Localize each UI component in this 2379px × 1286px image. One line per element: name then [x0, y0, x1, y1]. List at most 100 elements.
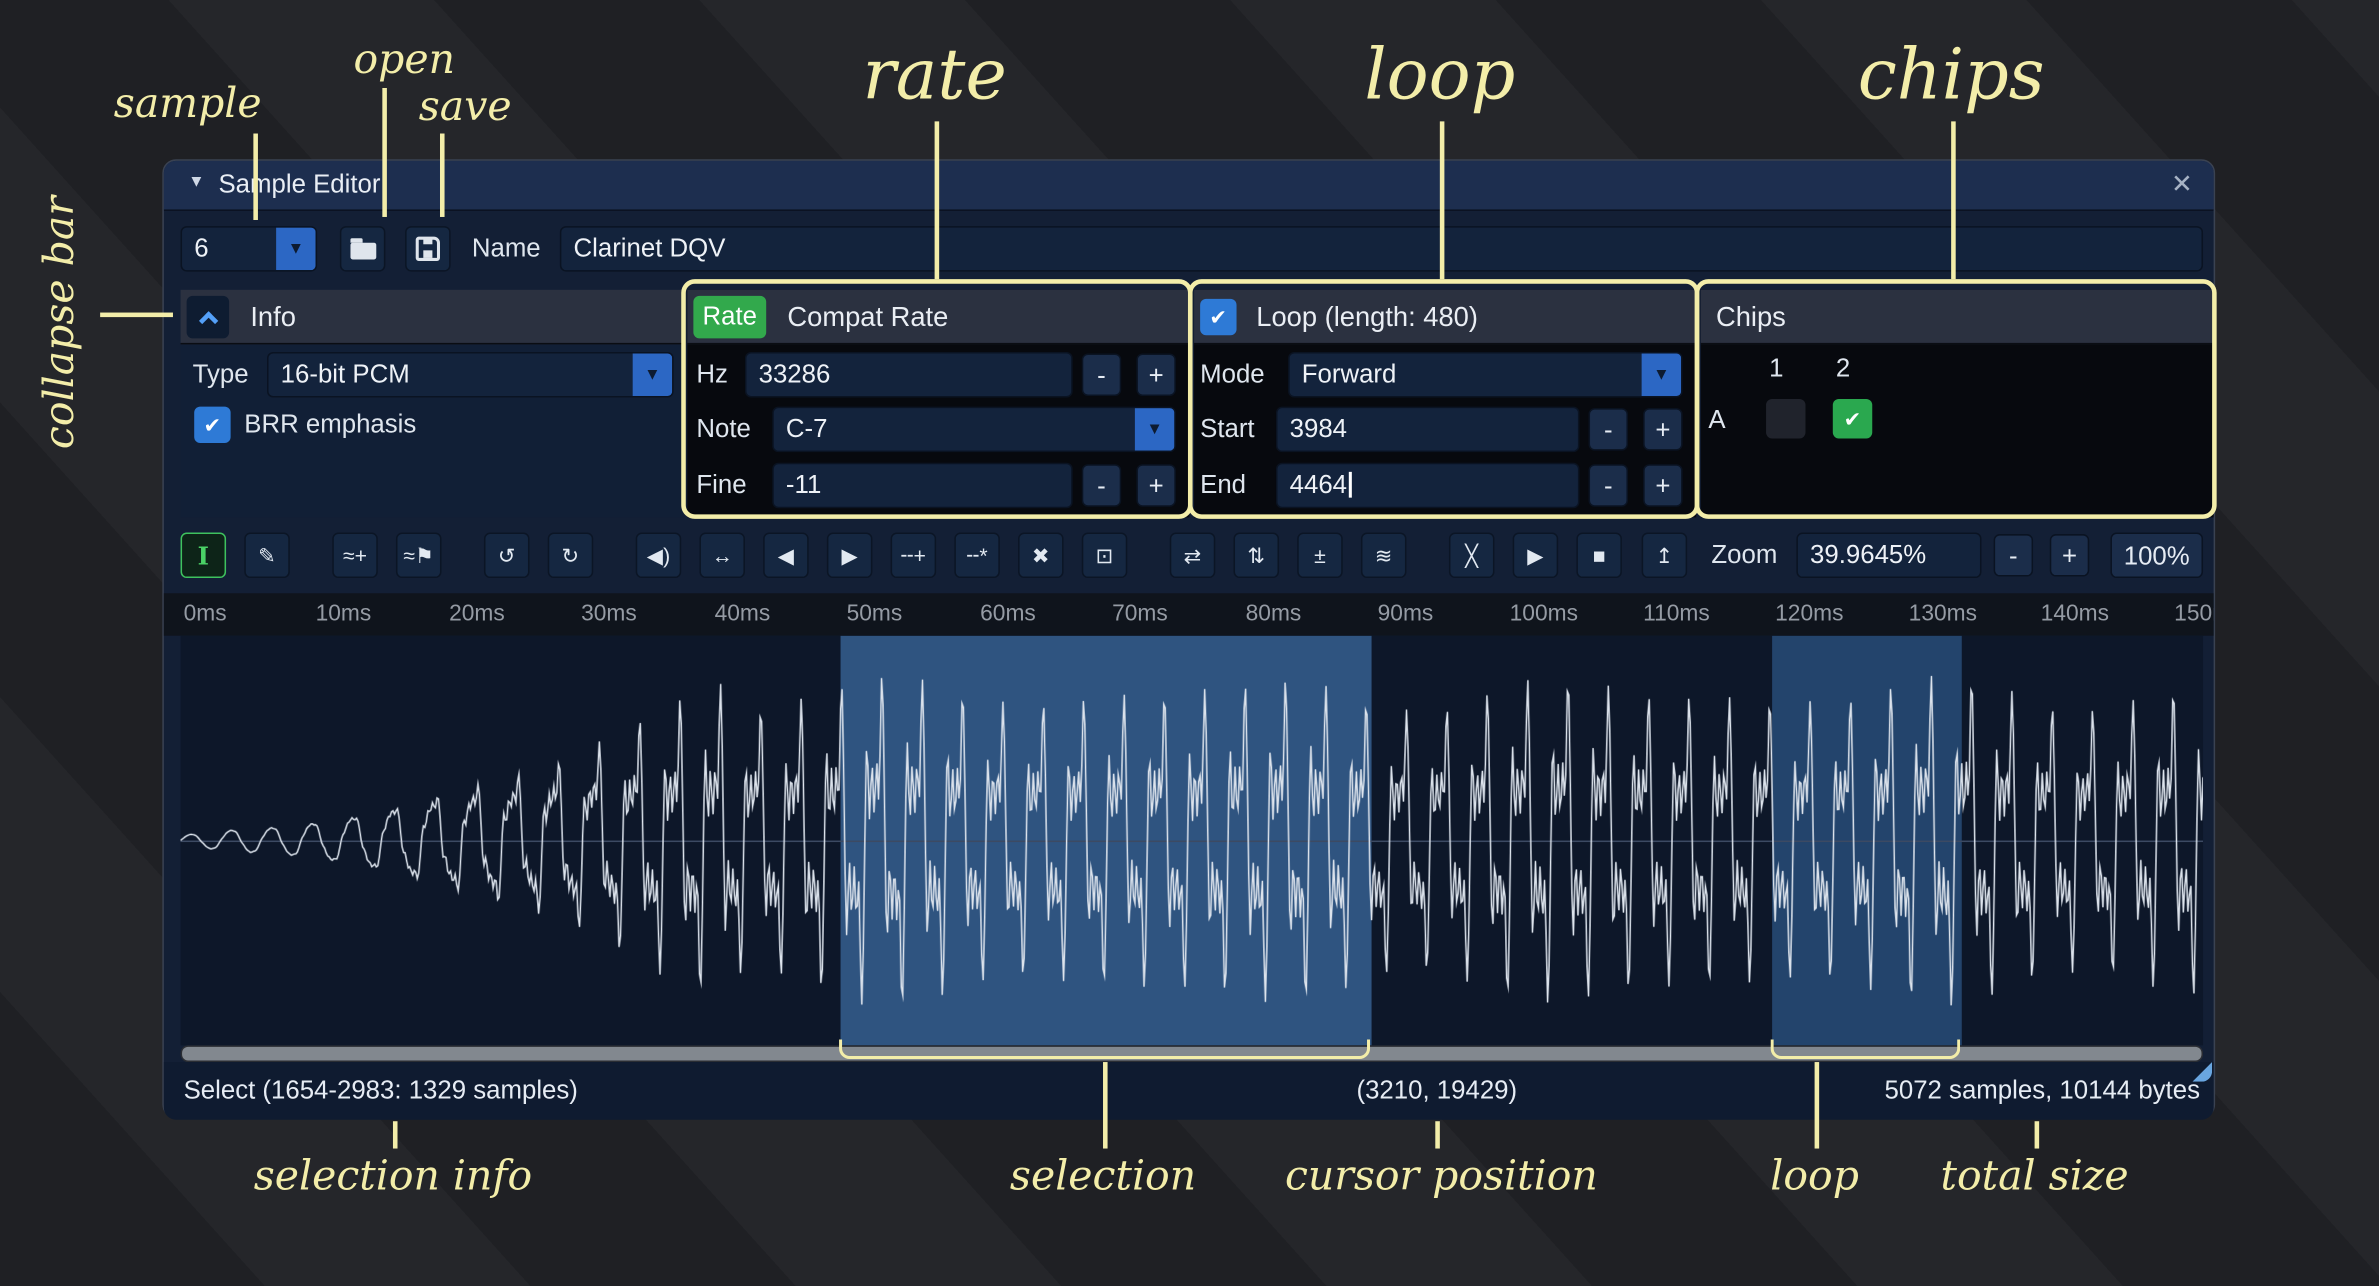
edit-draw-button[interactable]: ✎ [244, 533, 290, 579]
edit-select-button[interactable]: I [181, 533, 227, 579]
floppy-icon [416, 237, 440, 261]
loop-enable-checkbox[interactable]: ✔ [1200, 299, 1236, 335]
resize-button[interactable]: ≈+ [332, 533, 378, 579]
timeline-label: 30ms [581, 593, 637, 635]
open-button[interactable] [340, 226, 386, 272]
sample-type-select[interactable]: 16-bit PCM ▼ [267, 352, 674, 398]
hz-input[interactable]: 33286 [745, 352, 1073, 398]
collapse-bar-button[interactable] [187, 296, 229, 338]
sample-name-input[interactable]: Clarinet DQV [560, 226, 2203, 272]
chevron-down-icon: ▼ [1135, 408, 1174, 450]
loop-mode-select[interactable]: Forward ▼ [1288, 352, 1682, 398]
loop-end-plus-button[interactable]: + [1643, 464, 1682, 506]
fade-out-button[interactable]: ▶ [827, 533, 873, 579]
hz-plus-button[interactable]: + [1136, 354, 1175, 396]
loop-end-input[interactable]: 4464 [1276, 463, 1579, 509]
sign-exchange-button[interactable]: ± [1297, 533, 1343, 579]
loop-end-minus-button[interactable]: - [1589, 464, 1628, 506]
zoom-reset-button[interactable]: 100% [2110, 533, 2203, 579]
delete-button[interactable]: ✖ [1018, 533, 1064, 579]
make-instrument-button[interactable]: ↥ [1642, 533, 1688, 579]
chip-a1-checkbox[interactable] [1766, 399, 1805, 438]
cursor-position-annotation-line [1435, 1121, 1439, 1148]
rate-panel-title: Compat Rate [787, 290, 948, 345]
loop-mode-value: Forward [1290, 354, 1642, 396]
loop-start-minus-button[interactable]: - [1589, 408, 1628, 450]
waveform-canvas[interactable] [181, 636, 2203, 1046]
trim-button[interactable]: ⊡ [1082, 533, 1128, 579]
timeline-label: 10ms [316, 593, 372, 635]
fade-in-button[interactable]: ◀ [763, 533, 809, 579]
undo-button[interactable]: ↺ [484, 533, 530, 579]
loop-start-input[interactable]: 3984 [1276, 407, 1579, 453]
fine-minus-button[interactable]: - [1082, 464, 1121, 506]
insert-silence-button[interactable]: ╌+ [891, 533, 937, 579]
crossfade-button[interactable]: ╳ [1449, 533, 1495, 579]
rate-annotation-line [935, 121, 939, 279]
type-label: Type [193, 352, 249, 398]
chevron-down-icon: ▼ [1642, 354, 1681, 396]
status-bar: Select (1654-2983: 1329 samples) (3210, … [164, 1062, 2214, 1120]
loop-start-plus-button[interactable]: + [1643, 408, 1682, 450]
normalize-button[interactable]: ↔ [699, 533, 745, 579]
chips-panel-title: Chips [1716, 290, 1786, 345]
fine-input[interactable]: -11 [772, 463, 1072, 509]
sample-annotation-line [253, 134, 257, 220]
timeline-label: 130ms [1909, 593, 1977, 635]
loop-annotation-line [1440, 121, 1444, 279]
timeline-label: 20ms [449, 593, 505, 635]
note-select[interactable]: C-7 ▼ [772, 407, 1176, 453]
rate-button[interactable]: Rate [693, 296, 766, 338]
selection-info-text: Select (1654-2983: 1329 samples) [184, 1062, 578, 1120]
note-label: Note [696, 407, 751, 453]
stop-preview-button[interactable]: ■ [1576, 533, 1622, 579]
info-panel-title: Info [250, 290, 296, 345]
loop-start-label: Start [1200, 407, 1254, 453]
brr-emphasis-checkbox[interactable]: ✔ [194, 407, 230, 443]
apply-silence-button[interactable]: ╌* [954, 533, 1000, 579]
chip-a2-checkbox[interactable]: ✔ [1833, 399, 1872, 438]
zoom-out-button[interactable]: - [1994, 534, 2033, 576]
redo-button[interactable]: ↻ [548, 533, 594, 579]
brr-emphasis-label: BRR emphasis [244, 402, 416, 448]
loop-marker-annotation-label: loop [1770, 1153, 1859, 1200]
amplify-button[interactable]: ◀) [636, 533, 682, 579]
invert-button[interactable]: ⇅ [1233, 533, 1279, 579]
chip-row-a-label: A [1708, 401, 1725, 440]
hz-minus-button[interactable]: - [1082, 354, 1121, 396]
window-title-bar[interactable]: ▼ Sample Editor ✕ [164, 161, 2214, 211]
chips-annotation-line [1951, 121, 1955, 279]
hz-label: Hz [696, 352, 728, 398]
filter-button[interactable]: ≋ [1361, 533, 1407, 579]
cursor-position-annotation-label: cursor position [1285, 1153, 1598, 1200]
total-size-annotation-line [2035, 1121, 2039, 1148]
waveform-view[interactable] [181, 636, 2203, 1046]
zoom-in-button[interactable]: + [2050, 534, 2089, 576]
fine-plus-button[interactable]: + [1136, 464, 1175, 506]
note-value: C-7 [774, 408, 1135, 450]
loop-panel: ✔ Loop (length: 480) Mode Forward ▼ Star… [1194, 290, 1696, 518]
chips-panel-header: Chips [1701, 290, 2214, 345]
rate-panel: Rate Compat Rate Hz 33286 - + Note C-7 ▼… [687, 290, 1189, 518]
loop-marker-annotation-line [1815, 1062, 1819, 1148]
chips-annotation-label: chips [1858, 33, 2045, 115]
loop-panel-header: ✔ Loop (length: 480) [1194, 290, 1696, 345]
close-button[interactable]: ✕ [2162, 165, 2201, 204]
timeline-ruler[interactable]: 0ms 10ms 20ms 30ms 40ms 50ms 60ms 70ms 8… [164, 593, 2214, 635]
selection-annotation-label: selection [1010, 1153, 1196, 1200]
window-collapse-icon[interactable]: ▼ [188, 173, 205, 191]
loop-annotation-bracket [1771, 1039, 1961, 1059]
resample-button[interactable]: ≈⚑ [396, 533, 442, 579]
reverse-button[interactable]: ⇄ [1170, 533, 1216, 579]
sample-number-select[interactable]: 6 ▼ [181, 226, 318, 272]
sample-annotation-label: sample [114, 80, 262, 127]
loop-annotation-label: loop [1364, 33, 1515, 115]
resize-grip[interactable] [2192, 1062, 2212, 1082]
zoom-input[interactable]: 39.9645% [1796, 533, 1981, 579]
info-panel-header: Info [181, 290, 685, 345]
save-button[interactable] [405, 226, 451, 272]
timeline-label: 150ms [2174, 593, 2213, 635]
loop-end-value: 4464 [1290, 470, 1347, 499]
open-annotation-line [382, 88, 386, 217]
preview-button[interactable]: ▶ [1513, 533, 1559, 579]
